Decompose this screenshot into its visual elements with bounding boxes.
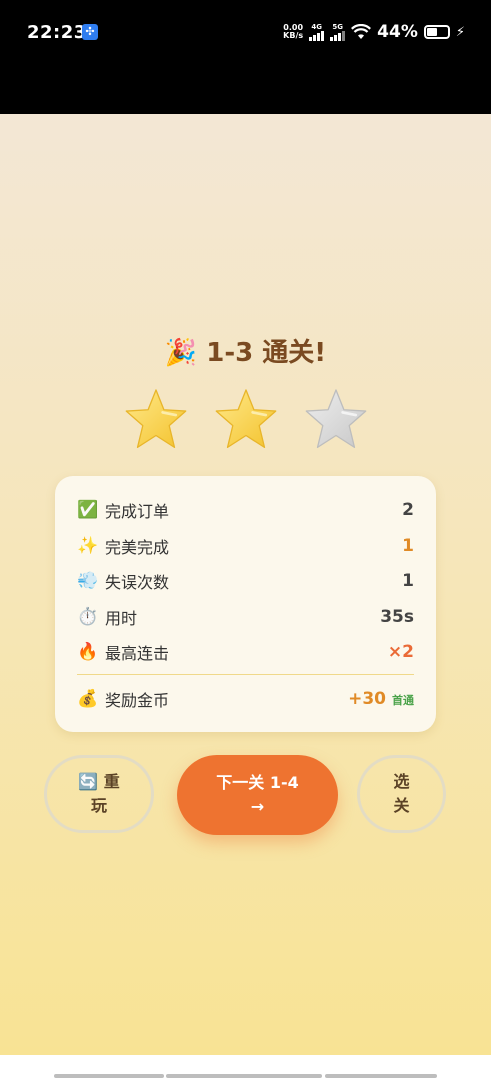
sim1-label: 4G [311,23,322,31]
navigation-bar [0,1055,491,1080]
network-speed-unit: KB/s [283,31,304,40]
gesture-handle[interactable] [325,1074,437,1078]
stopwatch-icon: ⏱️ [77,607,99,627]
level-select-label-2: 关 [393,796,410,815]
star-icon-filled [215,389,276,449]
level-select-label-1: 选 [393,772,410,791]
replay-label-1: 重 [103,772,120,791]
status-icons: 0.00 KB/s 4G 5G 44% ⚡ [283,21,465,43]
level-select-button[interactable]: 选 关 [357,755,446,833]
reward-row: 💰 奖励金币 +30 首通 [77,687,414,711]
network-speed: 0.00 KB/s [283,24,303,40]
gesture-handle[interactable] [54,1074,164,1078]
stat-value: 2 [402,500,414,520]
sim2-signal-icon: 5G [330,23,346,41]
replay-button[interactable]: 🔄 重 玩 [44,755,154,833]
star-icon-empty [305,389,366,449]
status-bar: 22:23 ✣ 0.00 KB/s 4G 5G 44% ⚡ [0,0,491,114]
check-icon: ✅ [77,500,99,520]
next-level-label: 下一关 1-4 [216,773,299,792]
dash-icon: 💨 [77,571,99,591]
stat-row-combo: 🔥 最高连击 ×2 [77,640,414,664]
app-notification-icon: ✣ [82,24,98,40]
level-complete-screen: 🎉 1-3 通关! ✅ 完成订单 2 ✨ 完美完成 1 💨 失误次数 1 ⏱️ … [0,114,491,1055]
result-stats-card: ✅ 完成订单 2 ✨ 完美完成 1 💨 失误次数 1 ⏱️ 用时 35s 🔥 最高连击 ×… [55,476,436,732]
fire-icon: 🔥 [77,642,99,662]
divider [77,674,414,675]
sim1-signal-icon: 4G [309,23,325,41]
gesture-handle[interactable] [166,1074,322,1078]
clock: 22:23 [27,22,87,43]
money-bag-icon: 💰 [77,689,99,709]
sim2-label: 5G [332,23,343,31]
battery-icon [423,25,450,39]
level-title-text: 1-3 通关! [206,338,327,368]
stat-label: 最高连击 [105,644,170,663]
party-popper-icon: 🎉 [164,338,198,368]
reward-amount: +30 [348,689,386,709]
stat-value: 35s [380,607,414,627]
next-level-button[interactable]: 下一关 1-4 → [177,755,338,835]
star-icon-filled [125,389,186,449]
stat-label: 完成订单 [105,502,170,521]
reward-value: +30 首通 [348,689,414,709]
stat-label: 完美完成 [105,538,170,557]
stat-label: 用时 [105,609,138,628]
wifi-icon [351,24,372,39]
stat-value: 1 [402,571,414,591]
stat-label: 失误次数 [105,573,170,592]
level-title: 🎉 1-3 通关! [0,332,491,369]
arrow-right-icon: → [250,797,265,816]
stat-row-mistakes: 💨 失误次数 1 [77,569,414,593]
stat-row-time: ⏱️ 用时 35s [77,605,414,629]
reward-label: 奖励金币 [105,691,170,710]
replay-icon: 🔄 [78,772,99,791]
stat-value: 1 [402,536,414,556]
sparkles-icon: ✨ [77,536,99,556]
stat-value: ×2 [387,642,414,662]
charging-icon: ⚡ [455,24,465,40]
star-rating [0,386,491,452]
stat-row-orders: ✅ 完成订单 2 [77,498,414,522]
stat-row-perfect: ✨ 完美完成 1 [77,534,414,558]
battery-percent: 44% [377,22,418,42]
replay-label-2: 玩 [90,796,107,815]
first-clear-badge: 首通 [392,694,414,707]
